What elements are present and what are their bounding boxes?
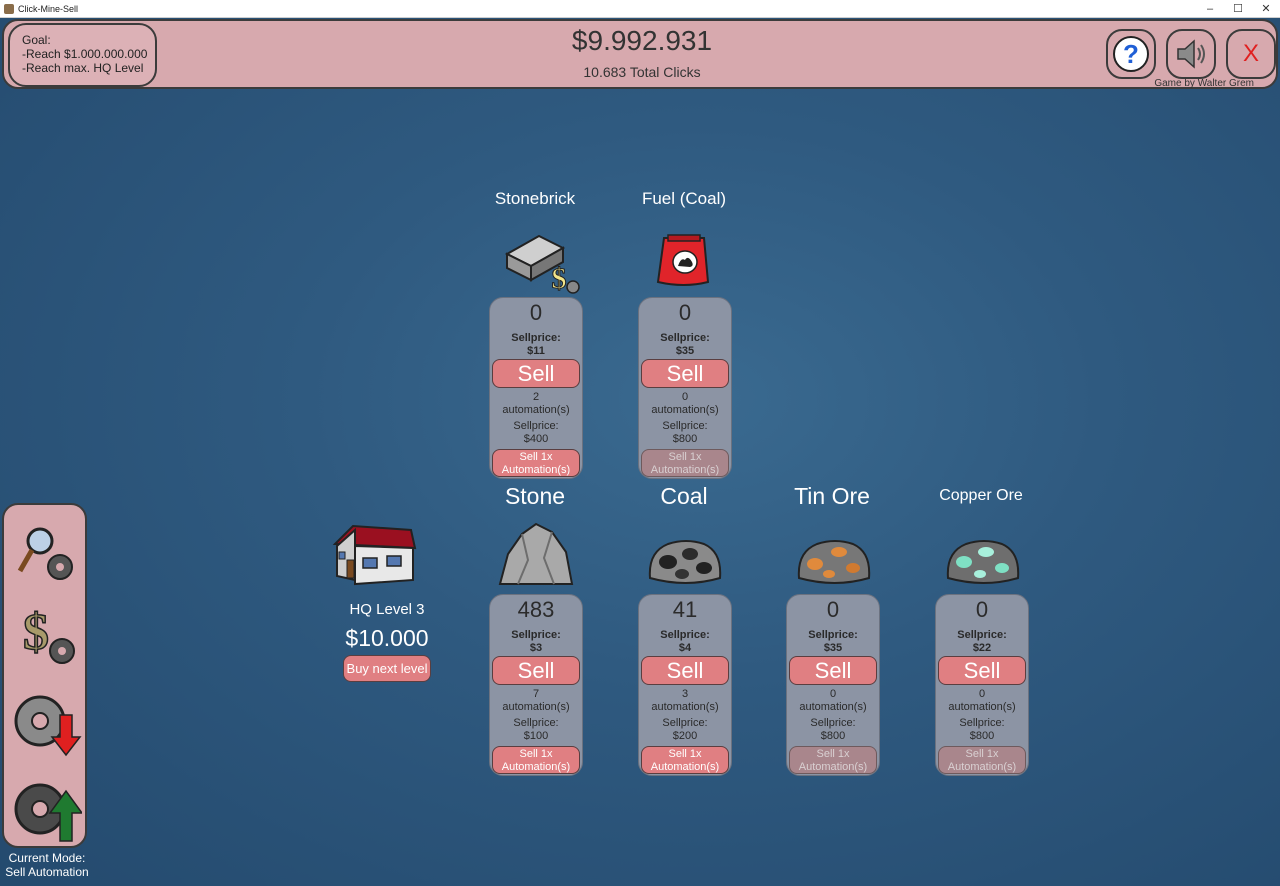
- minimize-button[interactable]: –: [1195, 0, 1225, 18]
- copper-ore-sell-button[interactable]: Sell: [938, 656, 1026, 685]
- stonebrick-title: Stonebrick: [494, 189, 576, 208]
- stone-sell-button[interactable]: Sell: [492, 656, 580, 685]
- copper-ore-count: 0: [975, 597, 989, 622]
- house-icon[interactable]: [331, 522, 417, 586]
- tin-ore-sell-automation-button[interactable]: Sell 1x Automation(s): [789, 746, 877, 774]
- window-title: Click-Mine-Sell: [18, 4, 79, 14]
- tin-ore-count: 0: [826, 597, 840, 622]
- tin-ore-sell-button[interactable]: Sell: [789, 656, 877, 685]
- coal-sell-button[interactable]: Sell: [641, 656, 729, 685]
- stonebrick-icon[interactable]: $: [503, 228, 583, 296]
- coal-sellprice: Sellprice: $4: [660, 629, 710, 654]
- stone-card: 483 Sellprice: $3 Sell 7 automation(s) Sel…: [489, 594, 583, 776]
- coal-icon[interactable]: [646, 538, 724, 588]
- current-mode-label: Current Mode:: [8, 851, 86, 865]
- sound-button[interactable]: [1166, 29, 1216, 79]
- app-icon: [4, 4, 14, 14]
- stonebrick-sell-button[interactable]: Sell: [492, 359, 580, 388]
- stonebrick-sell-automation-button[interactable]: Sell 1x Automation(s): [492, 449, 580, 477]
- maximize-button[interactable]: ☐: [1223, 0, 1253, 18]
- copper-ore-title: Copper Ore: [939, 487, 1023, 504]
- fuel-sell-automation-button[interactable]: Sell 1x Automation(s): [641, 449, 729, 477]
- gear-arrow-down-icon[interactable]: [12, 689, 82, 759]
- copper-ore-card: 0 Sellprice: $22 Sell 0 automation(s) Sell…: [935, 594, 1029, 776]
- stone-sellprice: Sellprice: $3: [511, 629, 561, 654]
- stone-automations: 7 automation(s): [502, 688, 570, 713]
- copper-ore-automations: 0 automation(s): [948, 688, 1016, 713]
- stone-title: Stone: [504, 483, 566, 509]
- current-mode: Current Mode: Sell Automation: [0, 851, 94, 879]
- coal-count: 41: [672, 597, 698, 622]
- tin-ore-automations: 0 automation(s): [799, 688, 867, 713]
- stone-sell-automation-button[interactable]: Sell 1x Automation(s): [492, 746, 580, 774]
- svg-text:?: ?: [1123, 39, 1139, 69]
- money-display: $9.992.931: [571, 25, 713, 56]
- mode-panel: $: [2, 503, 87, 848]
- fuel-sellprice: Sellprice: $35: [660, 332, 710, 357]
- copper-ore-sellprice: Sellprice: $22: [957, 629, 1007, 654]
- help-button[interactable]: ?: [1106, 29, 1156, 79]
- coal-card: 41 Sellprice: $4 Sell 3 automation(s) Sell…: [638, 594, 732, 776]
- hq-price: $10.000: [345, 625, 429, 651]
- fuel-automation-sellprice: Sellprice: $800: [662, 420, 708, 445]
- window-titlebar: Click-Mine-Sell – ☐ ✕: [0, 0, 1280, 18]
- dollar-gear-icon[interactable]: $: [12, 599, 82, 669]
- magnifier-gear-icon[interactable]: [12, 517, 82, 587]
- stonebrick-automations: 2 automation(s): [502, 391, 570, 416]
- stone-count: 483: [517, 597, 555, 622]
- total-clicks: 10.683 Total Clicks: [583, 64, 701, 80]
- hq-level: HQ Level 3: [349, 601, 425, 618]
- fuel-sell-button[interactable]: Sell: [641, 359, 729, 388]
- svg-text:$: $: [23, 604, 49, 661]
- question-mark-icon: ?: [1113, 36, 1149, 72]
- credit-text: Game by Walter Grem: [1154, 78, 1254, 89]
- top-bar: Goal: -Reach $1.000.000.000 -Reach max. …: [2, 19, 1278, 89]
- current-mode-value: Sell Automation: [5, 865, 89, 879]
- copper-ore-sell-automation-button[interactable]: Sell 1x Automation(s): [938, 746, 1026, 774]
- coal-automation-sellprice: Sellprice: $200: [662, 717, 708, 742]
- coal-automations: 3 automation(s): [651, 688, 719, 713]
- window-close-button[interactable]: ✕: [1251, 0, 1280, 18]
- stone-icon[interactable]: [496, 518, 576, 588]
- copper-ore-icon[interactable]: [944, 538, 1022, 588]
- fuel-coal-icon[interactable]: [654, 230, 714, 290]
- fuel-title: Fuel (Coal): [641, 189, 727, 208]
- svg-text:$: $: [552, 262, 567, 295]
- copper-ore-automation-sellprice: Sellprice: $800: [959, 717, 1005, 742]
- stone-automation-sellprice: Sellprice: $100: [513, 717, 559, 742]
- tin-ore-card: 0 Sellprice: $35 Sell 0 automation(s) Sell…: [786, 594, 880, 776]
- tin-ore-sellprice: Sellprice: $35: [808, 629, 858, 654]
- stonebrick-card: 0 Sellprice: $11 Sell 2 automation(s) Sell…: [489, 297, 583, 479]
- buy-next-level-button[interactable]: Buy next level: [343, 655, 431, 682]
- stonebrick-count: 0: [529, 300, 543, 325]
- tin-ore-automation-sellprice: Sellprice: $800: [810, 717, 856, 742]
- fuel-count: 0: [678, 300, 692, 325]
- fuel-automations: 0 automation(s): [651, 391, 719, 416]
- gear-arrow-up-icon[interactable]: [12, 773, 82, 843]
- coal-sell-automation-button[interactable]: Sell 1x Automation(s): [641, 746, 729, 774]
- close-game-button[interactable]: X: [1226, 29, 1276, 79]
- stonebrick-sellprice: Sellprice: $11: [511, 332, 561, 357]
- fuel-card: 0 Sellprice: $35 Sell 0 automation(s) Sell…: [638, 297, 732, 479]
- tin-ore-title: Tin Ore: [794, 483, 870, 509]
- tin-ore-icon[interactable]: [795, 538, 873, 588]
- coal-title: Coal: [660, 483, 708, 509]
- speaker-icon: [1177, 39, 1205, 69]
- close-icon: X: [1242, 40, 1259, 67]
- stonebrick-automation-sellprice: Sellprice: $400: [513, 420, 559, 445]
